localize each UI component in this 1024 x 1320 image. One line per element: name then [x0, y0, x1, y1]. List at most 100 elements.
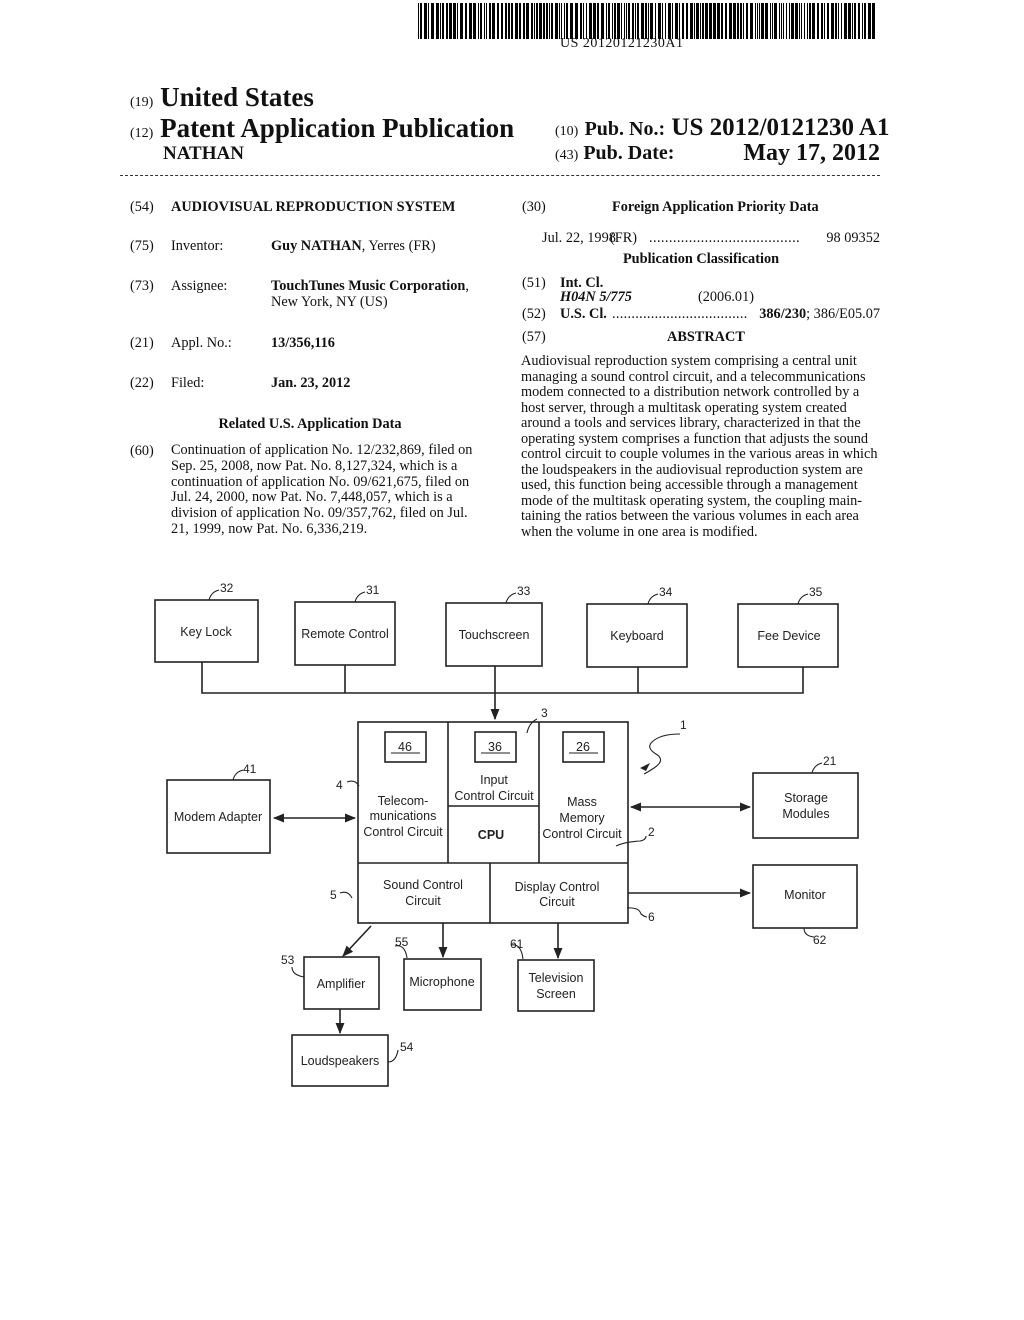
int-cl-version: (2006.01)	[698, 289, 754, 305]
modem-adapter-label: Modem Adapter	[174, 810, 262, 824]
sound-amplifier-arrow	[342, 925, 372, 957]
leader-35	[797, 593, 809, 605]
telecom-label-1: Telecom-	[378, 794, 429, 808]
ref-55: 55	[395, 935, 409, 949]
foreign-priority-row: Jul. 22, 1998 (FR) .....................…	[542, 230, 880, 246]
foreign-heading: Foreign Application Priority Data	[612, 199, 819, 215]
int-cl-code: H04N 5/775	[560, 289, 632, 305]
mass-label-1: Mass	[567, 795, 597, 809]
foreign-date: Jul. 22, 1998	[542, 230, 616, 246]
remote-control-label: Remote Control	[301, 627, 389, 641]
television-label-1: Television	[529, 971, 584, 985]
leader-41	[232, 769, 244, 781]
sound-label-2: Circuit	[405, 894, 441, 908]
int-cl-tag: (51)	[522, 275, 546, 291]
leader-3	[526, 718, 538, 734]
ref-1: 1	[680, 718, 687, 732]
ref-32: 32	[220, 581, 234, 595]
leader-6	[626, 907, 648, 918]
abstract-line: around a tools and services library, cha…	[521, 415, 861, 431]
ref-6: 6	[648, 910, 655, 924]
abstract-line: managing a sound control circuit, and a …	[521, 368, 866, 385]
abstract-tag: (57)	[522, 329, 546, 345]
telecom-subref: 46	[398, 740, 412, 754]
ref-34: 34	[659, 585, 673, 599]
us-cl-primary: 386/230	[759, 306, 807, 322]
abstract-line: modem connected to a distribution networ…	[521, 384, 860, 400]
mass-label-2: Memory	[559, 811, 605, 825]
input-label-1: Input	[480, 773, 508, 787]
abstract-line: Audiovisual reproduction system comprisi…	[521, 353, 857, 369]
microphone-label: Microphone	[409, 975, 474, 989]
cpu-label: CPU	[478, 828, 504, 842]
storage-label-1: Storage	[784, 791, 828, 805]
abstract-line: the loudspeakers in the audiovisual repr…	[521, 461, 863, 478]
foreign-dots: ......................................	[649, 230, 801, 246]
ref-62: 62	[813, 933, 827, 947]
leader-21	[811, 762, 823, 774]
abstract-line: control circuit to couple volumes in the…	[521, 446, 878, 462]
leader-1-arrowhead	[640, 763, 650, 771]
sound-label-1: Sound Control	[383, 878, 463, 892]
input-label-2: Control Circuit	[454, 789, 534, 803]
leader-31	[354, 591, 366, 603]
display-label-2: Circuit	[539, 895, 575, 909]
leader-53	[291, 966, 305, 978]
storage-modules-box	[752, 772, 859, 839]
abstract-line: operating system comprises a function th…	[521, 430, 869, 447]
loudspeakers-label: Loudspeakers	[301, 1054, 380, 1068]
right-column: (30) Foreign Application Priority Data J…	[0, 0, 1024, 560]
leader-32	[208, 589, 220, 601]
keyboard-label: Keyboard	[610, 629, 664, 643]
classification-heading: Publication Classification	[622, 251, 780, 267]
ref-2: 2	[648, 825, 655, 839]
abstract-line: taining the ratios between the various v…	[521, 508, 859, 524]
telecom-label-3: Control Circuit	[363, 825, 443, 839]
foreign-tag: (30)	[522, 199, 546, 215]
abstract-line: mode of the multitask operating system, …	[521, 492, 863, 509]
foreign-priority-heading-row: (30) Foreign Application Priority Data	[522, 199, 880, 215]
ref-3: 3	[541, 706, 548, 720]
ref-53: 53	[281, 953, 295, 967]
storage-label-2: Modules	[782, 807, 829, 821]
abstract-heading: ABSTRACT	[667, 329, 745, 345]
mass-label-3: Control Circuit	[542, 827, 622, 841]
int-cl-field: (51) Int. Cl. H04N 5/775 (2006.01)	[522, 275, 880, 305]
abstract-line: used, this function being accessible thr…	[521, 477, 858, 493]
us-cl-secondary: ; 386/E05.07	[806, 306, 880, 322]
abstract-heading-row: (57) ABSTRACT	[522, 329, 880, 345]
us-cl-label: U.S. Cl.	[560, 306, 607, 322]
ref-4: 4	[336, 778, 343, 792]
abstract-text: Audiovisual reproduction system comprisi…	[521, 353, 880, 540]
us-cl-field: (52) U.S. Cl. ..........................…	[522, 306, 880, 322]
leader-33	[505, 592, 517, 604]
ref-41: 41	[243, 762, 257, 776]
leader-5	[339, 891, 353, 899]
mass-subref: 26	[576, 740, 590, 754]
ref-21: 21	[823, 754, 837, 768]
abstract-line: host server, through a multitask operati…	[521, 399, 847, 416]
leader-54	[387, 1049, 399, 1063]
leader-1	[643, 733, 681, 775]
fee-device-label: Fee Device	[757, 629, 820, 643]
foreign-country: (FR)	[610, 230, 638, 246]
monitor-label: Monitor	[784, 888, 826, 902]
amplifier-label: Amplifier	[317, 977, 366, 991]
ref-5: 5	[330, 888, 337, 902]
ref-35: 35	[809, 585, 823, 599]
ref-61: 61	[510, 937, 524, 951]
display-label-1: Display Control	[515, 880, 600, 894]
television-label-2: Screen	[536, 987, 576, 1001]
ref-31: 31	[366, 583, 380, 597]
us-cl-tag: (52)	[522, 306, 546, 322]
key-lock-label: Key Lock	[180, 625, 232, 639]
us-cl-dots: ...................................	[612, 306, 748, 322]
ref-33: 33	[517, 584, 531, 598]
abstract-line: when the volume in one area is modified.	[521, 523, 758, 540]
television-screen-box	[517, 959, 595, 1012]
leader-34	[647, 593, 659, 605]
block-diagram: Key Lock Remote Control Touchscreen Keyb…	[154, 581, 859, 1087]
input-subref: 36	[488, 740, 502, 754]
foreign-number: 98 09352	[826, 230, 880, 246]
ref-54: 54	[400, 1040, 414, 1054]
